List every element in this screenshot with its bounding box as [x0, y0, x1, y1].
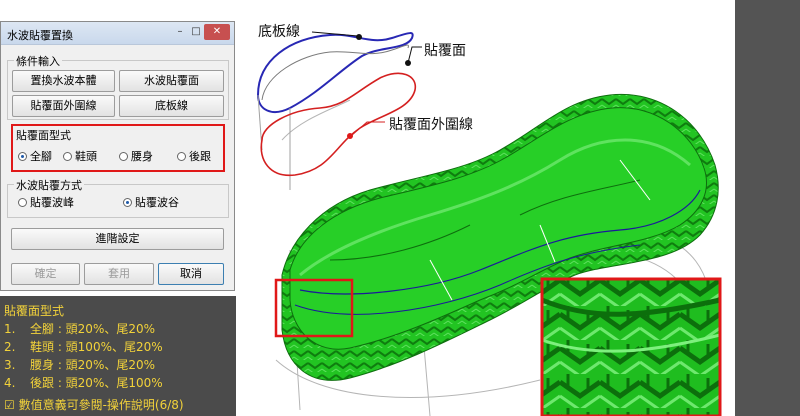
ok-button[interactable]: 確定	[11, 263, 80, 285]
zoom-inset	[540, 277, 722, 416]
cancel-button[interactable]: 取消	[158, 263, 224, 285]
note-item: 4. 後跟 : 頭20%、尾100%	[4, 376, 163, 390]
radio-cover-peak[interactable]: 貼覆波峰	[18, 194, 74, 210]
replace-wave-body-button[interactable]: 置換水波本體	[12, 70, 115, 92]
wave-cover-surface-button[interactable]: 水波貼覆面	[119, 70, 224, 92]
apply-button[interactable]: 套用	[84, 263, 154, 285]
maximize-icon[interactable]: □	[189, 25, 203, 39]
base-line-curve	[256, 32, 414, 113]
note-item: 1. 全腳 : 頭20%、尾20%	[4, 322, 156, 336]
radio-dot	[18, 197, 27, 207]
dialog-titlebar[interactable]: 水波貼覆置換 – □ ✕	[1, 22, 234, 45]
radio-dot-checked	[123, 197, 132, 207]
close-icon[interactable]: ✕	[204, 24, 230, 40]
notes-panel: 貼覆面型式 1. 全腳 : 頭20%、尾20% 2. 鞋頭 : 頭100%、尾20%…	[0, 296, 236, 416]
notes-title: 貼覆面型式	[4, 304, 65, 318]
cover-surface-curve	[261, 44, 409, 101]
coverage-type-highlight	[11, 124, 225, 172]
radio-cover-valley[interactable]: 貼覆波谷	[123, 194, 179, 210]
label-cover-surface: 貼覆面	[424, 43, 466, 59]
base-line-button[interactable]: 底板線	[119, 95, 224, 117]
conditions-label: 條件輸入	[14, 53, 62, 69]
note-item: 3. 腰身 : 頭20%、尾20%	[4, 358, 156, 372]
notes-footer: ☑ 數值意義可參閱-操作說明(6/8)	[4, 398, 184, 412]
advanced-settings-button[interactable]: 進階設定	[11, 228, 224, 250]
label-cover-outline: 貼覆面外圍線	[389, 117, 473, 133]
minimize-icon[interactable]: –	[173, 25, 187, 39]
label-base-line: 底板線	[258, 24, 300, 40]
right-side-panel	[735, 0, 800, 416]
wave-cover-dialog[interactable]: 水波貼覆置換 – □ ✕ 條件輸入 置換水波本體 水波貼覆面 貼覆面外圍線 底板…	[0, 21, 235, 291]
note-item: 2. 鞋頭 : 頭100%、尾20%	[4, 340, 163, 354]
wave-method-label: 水波貼覆方式	[14, 177, 84, 193]
cover-outline-button[interactable]: 貼覆面外圍線	[12, 95, 115, 117]
dialog-title: 水波貼覆置換	[7, 29, 73, 42]
